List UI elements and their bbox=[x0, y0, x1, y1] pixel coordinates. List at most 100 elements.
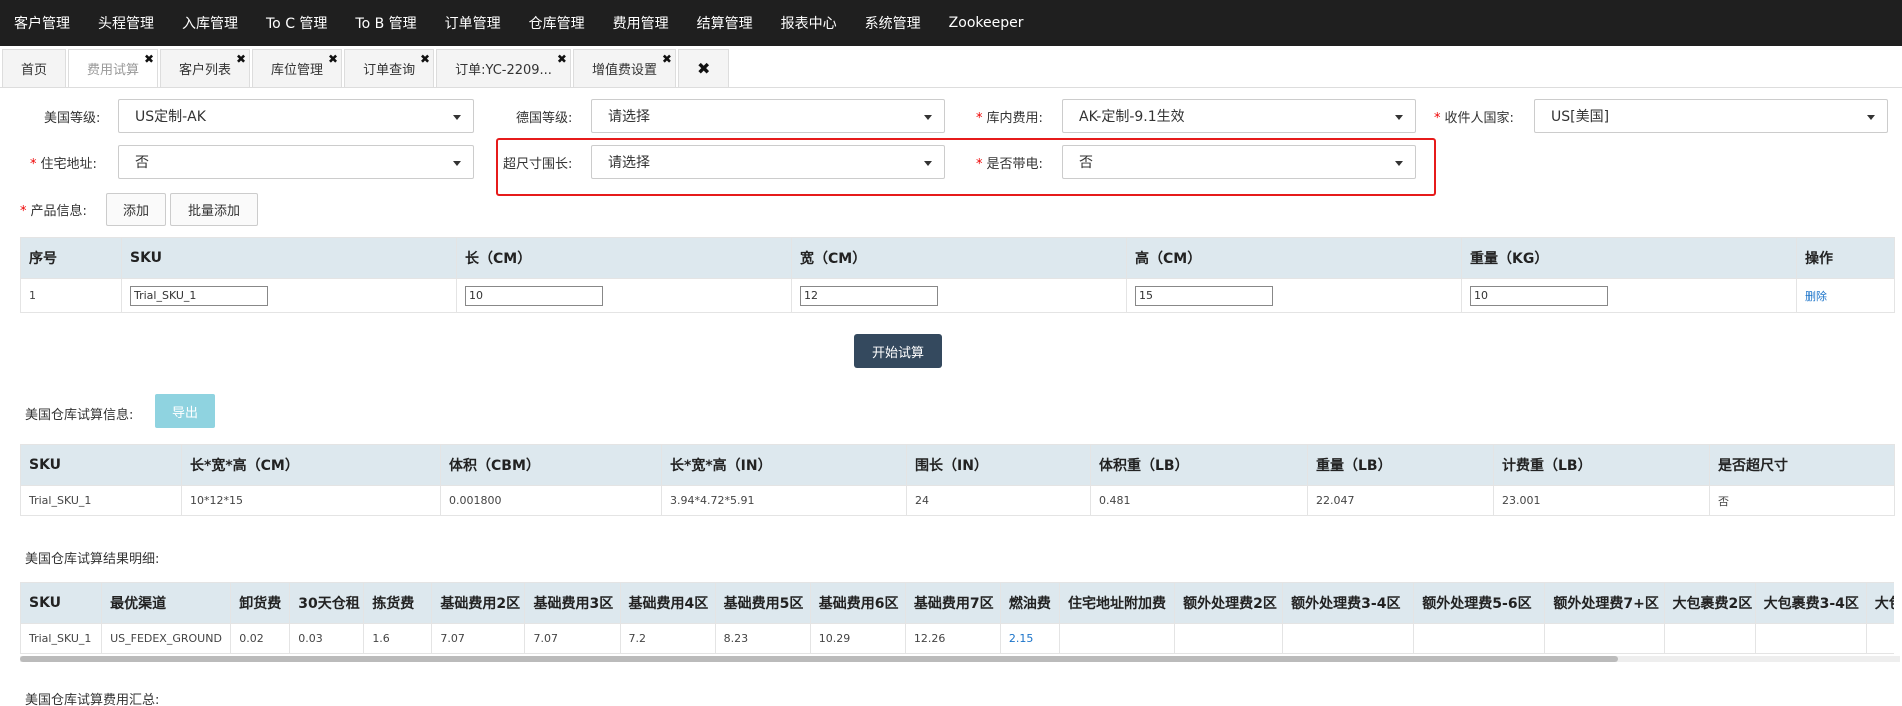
col-header: SKU bbox=[20, 582, 103, 624]
required-mark: * bbox=[976, 111, 983, 126]
nav-system-mgmt[interactable]: 系统管理 bbox=[865, 13, 921, 33]
close-icon[interactable]: ✖ bbox=[662, 53, 672, 65]
table-header-row: SKU 长*宽*高（CM） 体积（CBM） 长*宽*高（IN） 围长（IN） 体… bbox=[20, 444, 1895, 486]
caret-down-icon bbox=[1867, 115, 1875, 120]
col-header: 额外处理费5-6区 bbox=[1413, 582, 1546, 624]
oversize-girth-select[interactable]: 请选择 bbox=[591, 145, 945, 179]
required-mark: * bbox=[20, 204, 27, 219]
col-header: 基础费用7区 bbox=[904, 582, 1001, 624]
close-icon[interactable]: ✖ bbox=[144, 53, 154, 65]
tab-vas-settings[interactable]: 增值费设置 ✖ bbox=[572, 49, 676, 87]
caret-down-icon bbox=[1395, 161, 1403, 166]
nav-inbound-mgmt[interactable]: 入库管理 bbox=[182, 13, 238, 33]
tab-label: 费用试算 bbox=[87, 63, 140, 78]
select-value: US定制-AK bbox=[135, 109, 206, 125]
nav-warehouse-mgmt[interactable]: 仓库管理 bbox=[529, 13, 585, 33]
col-header: 基础费用2区 bbox=[431, 582, 526, 624]
start-trial-button[interactable]: 开始试算 bbox=[854, 334, 942, 368]
tab-label: 订单:YC-2209... bbox=[455, 63, 552, 78]
col-header: SKU bbox=[121, 237, 457, 279]
length-input[interactable] bbox=[465, 285, 603, 306]
required-mark: * bbox=[1434, 111, 1441, 126]
weight-input[interactable] bbox=[1470, 285, 1608, 306]
tab-order-detail[interactable]: 订单:YC-2209... ✖ bbox=[436, 49, 571, 87]
sku-input[interactable] bbox=[130, 285, 268, 306]
receiver-country-select[interactable]: US[美国] bbox=[1534, 99, 1888, 133]
action-cell: 删除 bbox=[1796, 278, 1895, 313]
col-header: 额外处理费7+区 bbox=[1544, 582, 1665, 624]
caret-down-icon bbox=[924, 115, 932, 120]
nav-settlement-mgmt[interactable]: 结算管理 bbox=[697, 13, 753, 33]
table-cell: 7.07 bbox=[431, 623, 526, 654]
warehouse-fee-select[interactable]: AK-定制-9.1生效 bbox=[1062, 99, 1416, 133]
table-cell bbox=[1174, 623, 1284, 654]
close-icon[interactable]: ✖ bbox=[557, 53, 567, 65]
width-input[interactable] bbox=[800, 285, 938, 306]
col-header: 重量（KG） bbox=[1461, 237, 1797, 279]
sku-cell bbox=[121, 278, 457, 313]
close-icon[interactable]: ✖ bbox=[236, 53, 246, 65]
add-button[interactable]: 添加 bbox=[106, 193, 166, 226]
residential-select[interactable]: 否 bbox=[118, 145, 474, 179]
caret-down-icon bbox=[924, 161, 932, 166]
caret-down-icon bbox=[453, 161, 461, 166]
tab-bar: 首页 费用试算 ✖ 客户列表 ✖ 库位管理 ✖ 订单查询 ✖ 订单:YC-2209...… bbox=[0, 46, 1902, 88]
nav-toc-mgmt[interactable]: To C 管理 bbox=[266, 13, 327, 33]
tab-fee-trial[interactable]: 费用试算 ✖ bbox=[68, 49, 159, 87]
nav-order-mgmt[interactable]: 订单管理 bbox=[445, 13, 501, 33]
delete-link[interactable]: 删除 bbox=[1805, 290, 1827, 303]
weight-cell bbox=[1461, 278, 1797, 313]
table-cell: 7.2 bbox=[619, 623, 716, 654]
nav-report-center[interactable]: 报表中心 bbox=[781, 13, 837, 33]
select-value: US[美国] bbox=[1551, 109, 1610, 125]
label-text: 收件人国家: bbox=[1444, 111, 1514, 126]
residential-label: * 住宅地址: bbox=[30, 153, 97, 172]
battery-select[interactable]: 否 bbox=[1062, 145, 1416, 179]
close-all-tabs-button[interactable]: ✖ bbox=[677, 49, 730, 87]
table-cell: 1.6 bbox=[363, 623, 433, 654]
fuel-fee-link[interactable]: 2.15 bbox=[1009, 632, 1034, 645]
table-row: Trial_SKU_1 US_FEDEX_GROUND 0.02 0.03 1.… bbox=[20, 623, 1894, 654]
nav-first-leg-mgmt[interactable]: 头程管理 bbox=[98, 13, 154, 33]
table-cell: US_FEDEX_GROUND bbox=[101, 623, 232, 654]
nav-customer-mgmt[interactable]: 客户管理 bbox=[14, 13, 70, 33]
table-cell: 10.29 bbox=[809, 623, 906, 654]
tab-home[interactable]: 首页 bbox=[2, 49, 67, 87]
top-navbar: 客户管理 头程管理 入库管理 To C 管理 To B 管理 订单管理 仓库管理… bbox=[0, 0, 1902, 46]
battery-label: * 是否带电: bbox=[976, 153, 1043, 172]
de-level-select[interactable]: 请选择 bbox=[591, 99, 945, 133]
nav-zookeeper[interactable]: Zookeeper bbox=[949, 15, 1024, 31]
table-cell: 23.001 bbox=[1493, 485, 1710, 516]
col-header: SKU bbox=[20, 444, 182, 486]
length-cell bbox=[456, 278, 792, 313]
nav-tob-mgmt[interactable]: To B 管理 bbox=[355, 13, 416, 33]
us-detail-scroll-area: SKU 最优渠道 卸货费 30天仓租 拣货费 基础费用2区 基础费用3区 基础费… bbox=[20, 582, 1894, 654]
close-icon[interactable]: ✖ bbox=[328, 53, 338, 65]
table-cell: 0.02 bbox=[230, 623, 291, 654]
tab-customer-list[interactable]: 客户列表 ✖ bbox=[160, 49, 251, 87]
close-icon[interactable]: ✖ bbox=[420, 53, 430, 65]
col-header: 长（CM） bbox=[456, 237, 792, 279]
col-header: 住宅地址附加费 bbox=[1058, 582, 1176, 624]
col-header: 基础费用4区 bbox=[619, 582, 716, 624]
table-cell: 否 bbox=[1709, 485, 1895, 516]
table-cell bbox=[1754, 623, 1867, 654]
us-info-table: SKU 长*宽*高（CM） 体积（CBM） 长*宽*高（IN） 围长（IN） 体… bbox=[20, 444, 1895, 516]
height-cell bbox=[1126, 278, 1462, 313]
tab-location-mgmt[interactable]: 库位管理 ✖ bbox=[252, 49, 343, 87]
select-value: AK-定制-9.1生效 bbox=[1079, 109, 1185, 125]
col-header: 重量（LB） bbox=[1307, 444, 1494, 486]
horizontal-scrollbar-thumb[interactable] bbox=[20, 656, 1618, 662]
tab-order-query[interactable]: 订单查询 ✖ bbox=[344, 49, 435, 87]
us-summary-title: 美国仓库试算费用汇总: bbox=[25, 693, 160, 706]
col-header: 卸货费 bbox=[230, 582, 291, 624]
tab-label: 客户列表 bbox=[179, 63, 232, 78]
height-input[interactable] bbox=[1135, 285, 1273, 306]
nav-fee-mgmt[interactable]: 费用管理 bbox=[613, 13, 669, 33]
us-level-select[interactable]: US定制-AK bbox=[118, 99, 474, 133]
export-button[interactable]: 导出 bbox=[155, 394, 215, 428]
batch-add-button[interactable]: 批量添加 bbox=[170, 193, 258, 226]
oversize-girth-label: 超尺寸围长: bbox=[503, 157, 573, 172]
table-header-row: 序号 SKU 长（CM） 宽（CM） 高（CM） 重量（KG） 操作 bbox=[20, 237, 1895, 279]
table-cell: 0.481 bbox=[1090, 485, 1308, 516]
